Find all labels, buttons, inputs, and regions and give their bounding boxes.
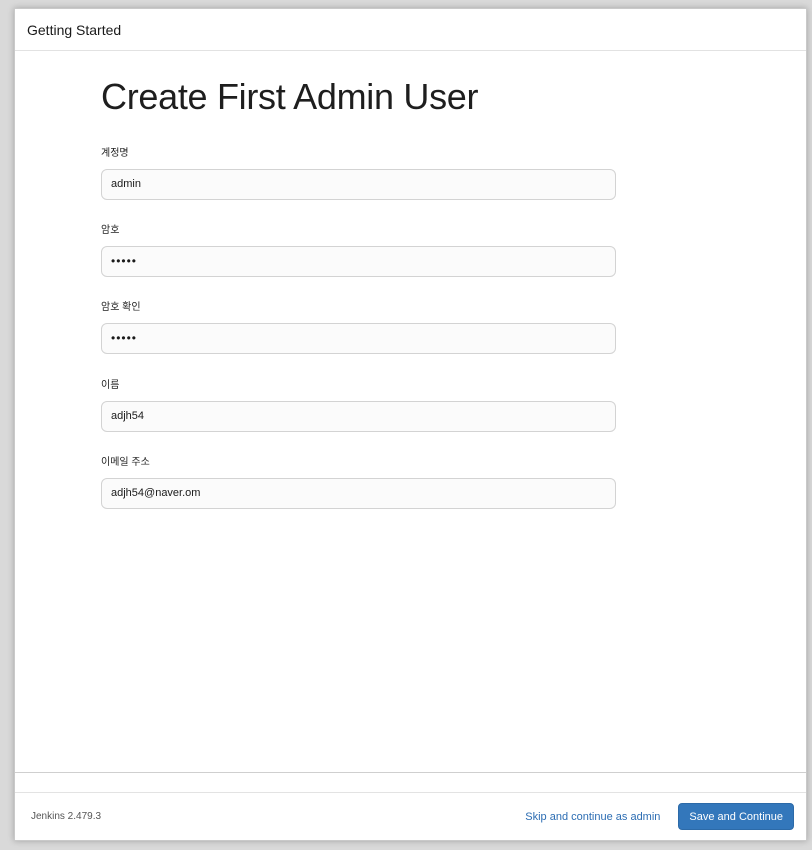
dialog-title: Getting Started [27,21,122,38]
password-confirm-input[interactable]: ••••• [101,323,616,354]
skip-continue-link[interactable]: Skip and continue as admin [525,811,660,823]
email-field-group: 이메일 주소 adjh54@naver.om [101,455,616,509]
dialog-header: Getting Started [15,9,806,51]
setup-dialog: Getting Started Create First Admin User … [14,8,807,841]
fullname-input[interactable]: adjh54 [101,401,616,432]
dialog-body: Create First Admin User 계정명 admin 암호 •••… [15,51,806,773]
username-field-group: 계정명 admin [101,146,616,200]
password-label: 암호 [101,225,120,236]
username-input[interactable]: admin [101,169,616,200]
password-input[interactable]: ••••• [101,246,616,277]
page-title: Create First Admin User [101,76,479,117]
fullname-label: 이름 [101,380,120,391]
save-continue-button[interactable]: Save and Continue [678,803,794,830]
dialog-footer: Jenkins 2.479.3 Skip and continue as adm… [15,793,806,840]
email-label: 이메일 주소 [101,457,150,468]
password-confirm-field-group: 암호 확인 ••••• [101,300,616,354]
version-label: Jenkins 2.479.3 [31,811,102,822]
email-input[interactable]: adjh54@naver.om [101,478,616,509]
fullname-field-group: 이름 adjh54 [101,378,616,432]
password-confirm-label: 암호 확인 [101,302,141,313]
form-content: Create First Admin User 계정명 admin 암호 •••… [101,71,616,509]
username-label: 계정명 [101,148,129,159]
password-field-group: 암호 ••••• [101,223,616,277]
